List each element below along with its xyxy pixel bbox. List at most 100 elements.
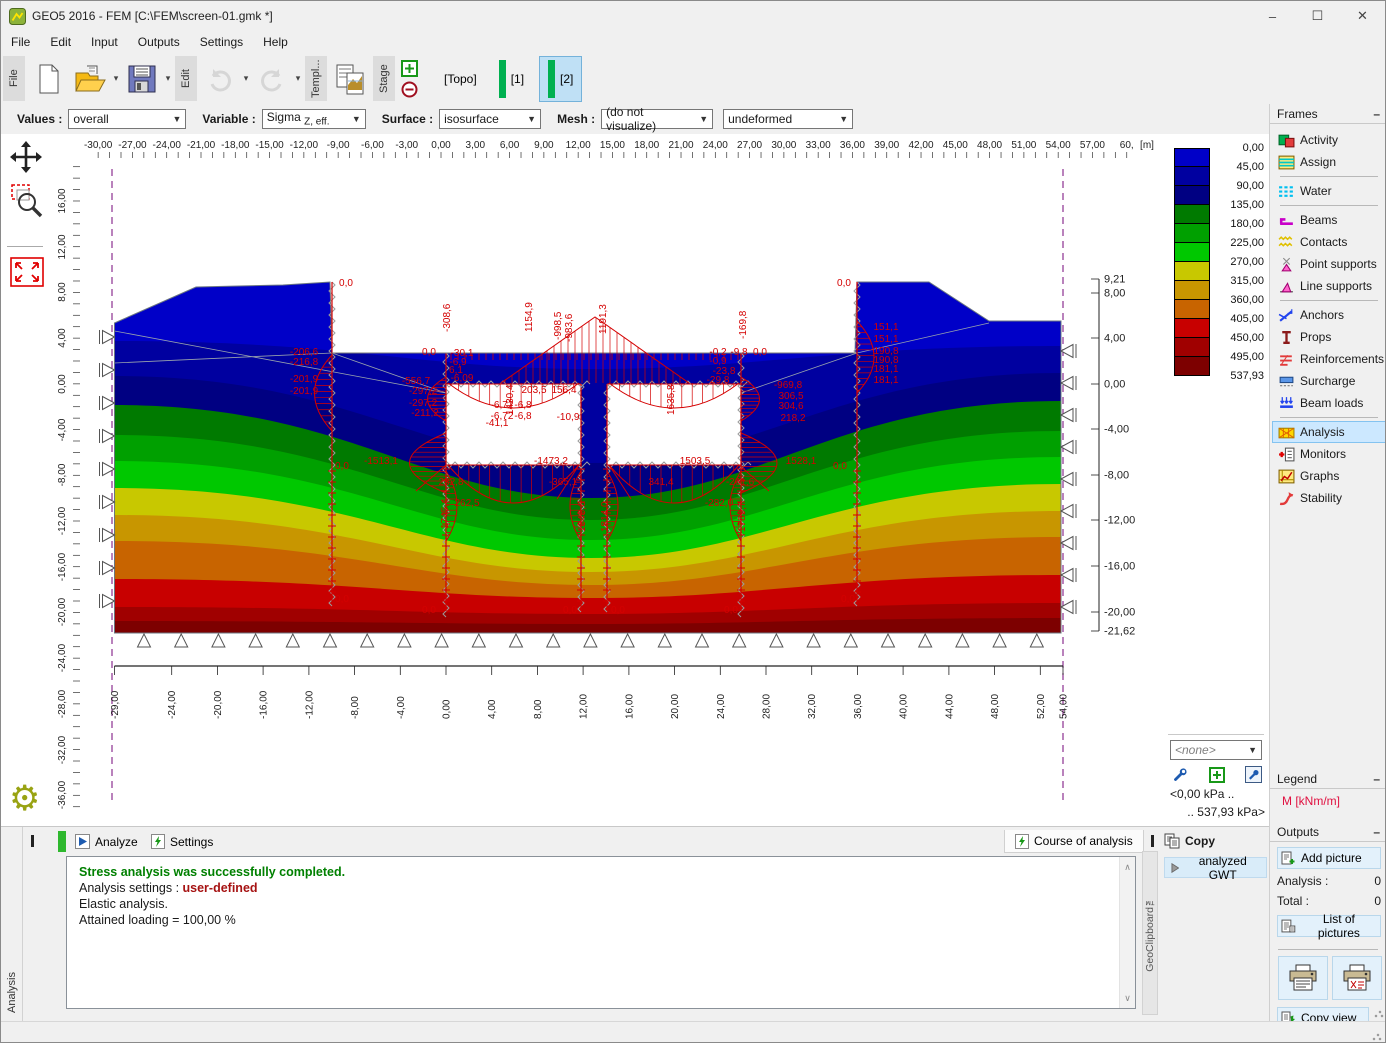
sidebar-item-line-supports[interactable]: Line supports [1272, 275, 1386, 297]
zoom-window-icon[interactable] [9, 182, 45, 225]
surface-select[interactable]: isosurface▼ [439, 109, 541, 129]
svg-text:-216,8: -216,8 [290, 357, 319, 368]
print-button[interactable] [1278, 956, 1328, 1000]
templates-group-button[interactable]: Templ... [305, 56, 327, 101]
deformation-select[interactable]: undeformed▼ [723, 109, 853, 129]
svg-text:0,0: 0,0 [833, 461, 847, 472]
legend-collapse-button[interactable]: – [1373, 772, 1380, 786]
settings-gear-icon[interactable]: ⚙ [9, 781, 40, 816]
sidebar-item-label: Anchors [1300, 308, 1344, 322]
sidebar-item-reinforcements[interactable]: Reinforcements [1272, 348, 1386, 370]
stage-2-button[interactable]: [2] [540, 57, 581, 101]
sidebar-item-beam-loads[interactable]: Beam loads [1272, 392, 1386, 414]
sidebar-item-analysis[interactable]: Analysis [1272, 421, 1386, 443]
analyzed-gwt-button[interactable]: analyzed GWT [1164, 857, 1267, 878]
splitter-handle[interactable] [1151, 835, 1154, 847]
new-file-button[interactable] [27, 56, 69, 102]
sidebar-item-surcharge[interactable]: Surcharge [1272, 370, 1386, 392]
play-icon [75, 834, 90, 849]
undo-dropdown-arrow[interactable]: ▾ [241, 73, 251, 84]
add-stage-button[interactable] [401, 60, 418, 77]
sidebar-item-point-supports[interactable]: Point supports [1272, 253, 1386, 275]
values-select[interactable]: overall▼ [68, 109, 186, 129]
sidebar-item-activity[interactable]: Activity [1272, 129, 1386, 151]
scroll-up-icon[interactable]: ∧ [1124, 859, 1131, 875]
pan-tool-icon[interactable] [9, 140, 43, 177]
stage-group-button[interactable]: Stage [373, 56, 395, 101]
edit-scale-wrench-icon[interactable] [1245, 766, 1262, 783]
svg-text:-24,00: -24,00 [57, 643, 68, 672]
sidebar-item-props[interactable]: Props [1272, 326, 1386, 348]
file-group-button[interactable]: File [3, 56, 25, 101]
isosurface-preset-select[interactable]: <none>▼ [1170, 740, 1262, 760]
tool-strip-divider [7, 246, 43, 247]
save-dropdown-arrow[interactable]: ▾ [163, 73, 173, 84]
chevron-down-icon: ▼ [699, 114, 708, 124]
stage-topo-button[interactable]: [Topo] [436, 57, 485, 101]
assign-icon [1278, 154, 1295, 171]
redo-dropdown-arrow[interactable]: ▾ [293, 73, 303, 84]
resize-grip[interactable] [1372, 1031, 1382, 1041]
course-of-analysis-button[interactable]: Course of analysis [1004, 830, 1144, 853]
fit-view-icon[interactable] [9, 256, 45, 291]
list-of-pictures-button[interactable]: List of pictures [1277, 915, 1381, 937]
menu-item-edit[interactable]: Edit [40, 33, 81, 51]
redo-button[interactable] [251, 56, 293, 102]
variable-select[interactable]: Sigma Z, eff.▼ [262, 109, 366, 129]
menu-item-input[interactable]: Input [81, 33, 128, 51]
outputs-collapse-button[interactable]: – [1373, 825, 1380, 839]
monitors-icon [1278, 446, 1295, 463]
sidebar-item-contacts[interactable]: Contacts [1272, 231, 1386, 253]
svg-text:0,0: 0,0 [563, 605, 577, 616]
splitter-handle[interactable] [31, 835, 34, 847]
maximize-button[interactable]: ☐ [1295, 2, 1340, 31]
sidebar-item-water[interactable]: Water [1272, 180, 1386, 202]
save-button[interactable] [121, 56, 163, 102]
menu-item-help[interactable]: Help [253, 33, 298, 51]
sidebar-item-assign[interactable]: Assign [1272, 151, 1386, 173]
svg-text:48,00: 48,00 [977, 140, 1002, 151]
menu-item-settings[interactable]: Settings [190, 33, 253, 51]
analysis-tab[interactable]: Analysis [1, 827, 23, 1021]
chevron-down-icon: ▼ [352, 114, 361, 124]
lightning-icon [1015, 834, 1029, 849]
sidebar-item-beams[interactable]: Beams [1272, 209, 1386, 231]
analyze-button[interactable]: Analyze [71, 831, 142, 852]
pictures-button[interactable] [329, 56, 371, 102]
undo-button[interactable] [199, 56, 241, 102]
sidebar-item-graphs[interactable]: Graphs [1272, 465, 1386, 487]
add-picture-button[interactable]: Add picture [1277, 847, 1381, 869]
svg-text:-30,00: -30,00 [84, 140, 113, 151]
beams-icon [1278, 212, 1295, 229]
scale-settings-wrench-icon[interactable] [1172, 767, 1188, 783]
cross-section-canvas[interactable]: -30,00-27,00-24,00-21,00-18,00-15,00-12,… [51, 134, 1166, 826]
mesh-select[interactable]: (do not visualize)▼ [601, 109, 713, 129]
chevron-down-icon: ▼ [172, 114, 181, 124]
svg-text:-21,62: -21,62 [1104, 626, 1135, 638]
scroll-down-icon[interactable]: ∨ [1124, 990, 1131, 1006]
frames-collapse-button[interactable]: – [1373, 107, 1380, 121]
open-dropdown-arrow[interactable]: ▾ [111, 73, 121, 84]
svg-text:-4,00: -4,00 [1104, 424, 1129, 436]
analysis-settings-button[interactable]: Settings [147, 831, 217, 852]
log-scrollbar[interactable]: ∧ ∨ [1119, 857, 1135, 1008]
print-preview-button[interactable] [1332, 956, 1382, 1000]
sidebar-item-anchors[interactable]: Anchors [1272, 304, 1386, 326]
add-range-icon[interactable] [1209, 767, 1225, 783]
svg-text:0,0: 0,0 [841, 594, 855, 605]
menu-item-outputs[interactable]: Outputs [128, 33, 190, 51]
edit-group-button[interactable]: Edit [175, 56, 197, 101]
close-button[interactable]: ✕ [1340, 2, 1385, 31]
svg-text:39,00: 39,00 [874, 140, 899, 151]
sidebar-item-stability[interactable]: Stability [1272, 487, 1386, 509]
scale-max-label: .. 537,93 kPa> [1187, 805, 1265, 819]
sidebar-item-monitors[interactable]: Monitors [1272, 443, 1386, 465]
menu-item-file[interactable]: File [1, 33, 40, 51]
stage-1-button[interactable]: [1] [491, 57, 532, 101]
remove-stage-button[interactable] [401, 81, 418, 98]
open-file-button[interactable] [69, 56, 111, 102]
total-count-value: 0 [1374, 894, 1381, 908]
result-scale-panel: 0,0045,0090,00135,00180,00225,00270,0031… [1166, 134, 1269, 826]
minimize-button[interactable]: – [1250, 2, 1295, 31]
resize-grip[interactable] [1374, 1008, 1384, 1018]
